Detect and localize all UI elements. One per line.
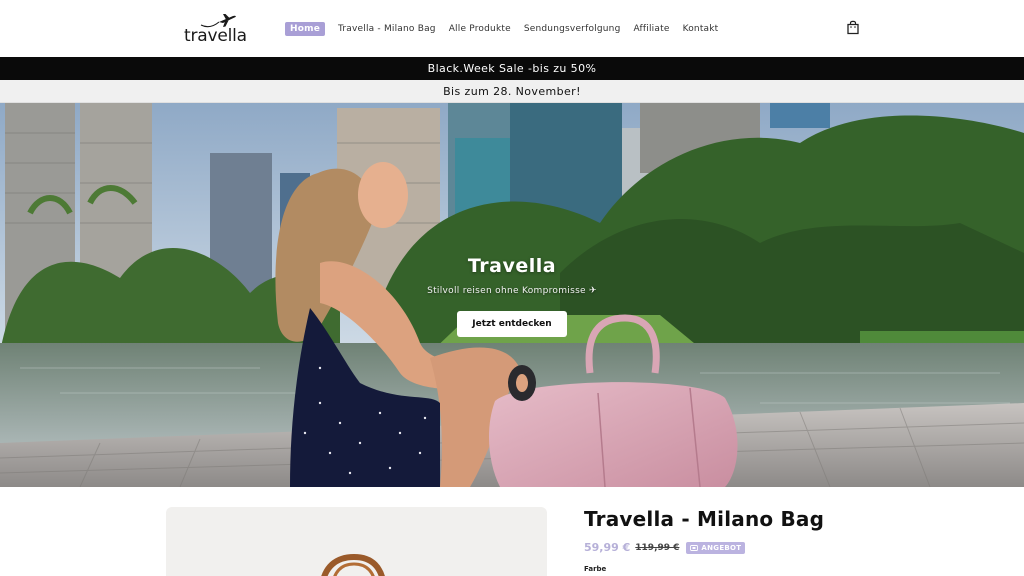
sale-badge-label: ANGEBOT bbox=[701, 543, 742, 552]
color-option-label: Farbe bbox=[584, 565, 607, 573]
announcement-bar-deadline: Bis zum 28. November! bbox=[0, 80, 1024, 103]
announcement-deadline-text: Bis zum 28. November! bbox=[443, 84, 581, 98]
hero-subtitle: Stilvoll reisen ohne Kompromisse ✈ bbox=[427, 286, 597, 296]
price-row: 59,99 € 119,99 € ANGEBOT bbox=[584, 541, 746, 554]
main-nav: Home Travella - Milano Bag Alle Produkte… bbox=[285, 21, 731, 36]
product-bag-handle-image bbox=[321, 553, 385, 576]
nav-item-kontakt[interactable]: Kontakt bbox=[683, 24, 719, 34]
logo[interactable]: travella bbox=[183, 13, 247, 46]
nav-item-alle-produkte[interactable]: Alle Produkte bbox=[449, 24, 511, 34]
nav-item-affiliate[interactable]: Affiliate bbox=[634, 24, 670, 34]
hero-title: Travella bbox=[467, 255, 557, 277]
original-price: 119,99 € bbox=[635, 542, 680, 553]
sale-badge: ANGEBOT bbox=[686, 541, 746, 554]
product-title: Travella - Milano Bag bbox=[584, 507, 825, 531]
logo-text: travella bbox=[184, 26, 247, 46]
site-header: travella Home Travella - Milano Bag Alle… bbox=[0, 0, 1024, 57]
announcement-bar-sale: Black.Week Sale -bis zu 50% bbox=[0, 57, 1024, 80]
tag-icon bbox=[690, 544, 699, 551]
product-image[interactable] bbox=[166, 507, 547, 576]
shopping-bag-icon[interactable] bbox=[846, 20, 860, 35]
sale-price: 59,99 € bbox=[584, 541, 631, 554]
hero-banner: Travella Stilvoll reisen ohne Kompromiss… bbox=[0, 103, 1024, 487]
nav-item-home[interactable]: Home bbox=[285, 21, 325, 36]
hero-cta-button[interactable]: Jetzt entdecken bbox=[457, 311, 567, 337]
nav-item-milano-bag[interactable]: Travella - Milano Bag bbox=[338, 24, 436, 34]
announcement-sale-text: Black.Week Sale -bis zu 50% bbox=[427, 62, 597, 75]
nav-item-sendungsverfolgung[interactable]: Sendungsverfolgung bbox=[524, 24, 621, 34]
